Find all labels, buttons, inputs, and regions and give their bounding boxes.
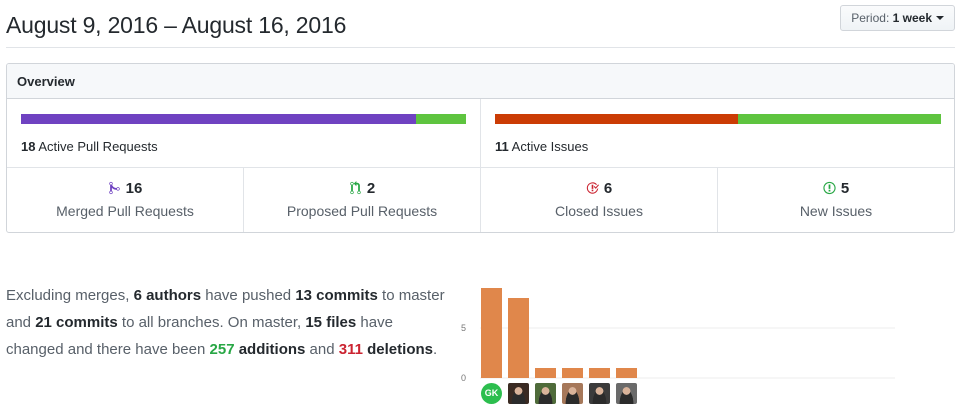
summary-text: have pushed (201, 287, 296, 304)
issues-closed-segment (495, 114, 739, 124)
active-issues-text: Active Issues (511, 139, 589, 154)
contributor-bar[interactable] (562, 368, 583, 378)
contributors-bar-chart: 05 (461, 288, 895, 383)
contributor-avatar[interactable] (616, 383, 637, 404)
summary-text: and (305, 341, 339, 358)
contributor-avatar[interactable] (589, 383, 610, 404)
new-issues-label: New Issues (799, 203, 873, 219)
issues-bar (495, 114, 941, 124)
git-pull-request-icon (350, 181, 361, 195)
y-tick-label: 0 (461, 373, 466, 383)
deletions-label: deletions (362, 341, 433, 358)
closed-issues-stat[interactable]: 6 Closed Issues (481, 168, 718, 232)
active-pull-requests-label: 18 Active Pull Requests (21, 139, 158, 154)
closed-issues-count: 6 (603, 179, 613, 197)
master-commits-count[interactable]: 13 commits (295, 287, 378, 304)
contributor-avatar[interactable]: GK (481, 383, 502, 404)
summary-text: to all branches. On master, (117, 314, 306, 331)
pull-requests-bar (21, 114, 466, 124)
new-issues-stat[interactable]: 5 New Issues (718, 168, 954, 232)
contributor-bar[interactable] (481, 288, 502, 378)
overview-stats-row: 16 Merged Pull Requests 2 Proposed Pull … (7, 168, 954, 232)
contributor-bar[interactable] (589, 368, 610, 378)
active-issues-label: 11 Active Issues (495, 139, 588, 154)
proposed-pull-requests-label: Proposed Pull Requests (286, 203, 438, 219)
summary-text: Excluding merges, (6, 287, 134, 304)
pull-requests-open-segment (416, 114, 466, 124)
additions-count: 257 (209, 341, 235, 358)
proposed-pull-requests-stat[interactable]: 2 Proposed Pull Requests (244, 168, 481, 232)
deletions-count: 311 (338, 341, 363, 358)
merged-pull-requests-count: 16 (125, 179, 143, 197)
overview-panel: Overview 18 Active Pull Requests 11 Acti… (6, 63, 955, 233)
contributor-avatar[interactable] (535, 383, 556, 404)
caret-down-icon (936, 15, 944, 20)
contributor-avatar[interactable] (508, 383, 529, 404)
contributor-bar[interactable] (508, 298, 529, 378)
period-select-button[interactable]: Period: 1 week (840, 5, 955, 31)
overview-summary-row: 18 Active Pull Requests 11 Active Issues (7, 99, 954, 168)
overview-heading: Overview (7, 64, 954, 99)
page-title: August 9, 2016 – August 16, 2016 (6, 12, 347, 38)
contributors-chart: 05 GK (450, 270, 910, 414)
y-tick-label: 5 (461, 323, 466, 333)
contributor-bar[interactable] (616, 368, 637, 378)
active-pull-requests-count: 18 (21, 139, 36, 154)
new-issues-count: 5 (840, 179, 850, 197)
period-value: 1 week (892, 11, 932, 25)
active-issues-count: 11 (495, 139, 509, 154)
issues-open-segment (738, 114, 941, 124)
files-changed-count[interactable]: 15 files (305, 314, 356, 331)
all-commits-count: 21 commits (35, 314, 118, 331)
divider (6, 47, 955, 48)
authors-count[interactable]: 6 authors (134, 287, 202, 304)
pull-requests-merged-segment (21, 114, 417, 124)
commit-summary-text: Excluding merges, 6 authors have pushed … (6, 282, 446, 363)
contributor-avatar[interactable] (562, 383, 583, 404)
issue-closed-icon (586, 182, 599, 194)
merged-pull-requests-stat[interactable]: 16 Merged Pull Requests (7, 168, 244, 232)
contributor-bar[interactable] (535, 368, 556, 378)
git-merge-icon (108, 181, 120, 195)
closed-issues-label: Closed Issues (555, 203, 643, 219)
pull-requests-summary[interactable]: 18 Active Pull Requests (7, 99, 481, 168)
additions-label: additions (234, 341, 306, 358)
period-prefix: Period: (851, 11, 890, 25)
issue-opened-icon (823, 181, 836, 195)
proposed-pull-requests-count: 2 (366, 179, 376, 197)
issues-summary[interactable]: 11 Active Issues (481, 99, 954, 168)
merged-pull-requests-label: Merged Pull Requests (56, 203, 194, 219)
active-pull-requests-text: Active Pull Requests (38, 139, 158, 154)
summary-text: . (432, 341, 438, 358)
